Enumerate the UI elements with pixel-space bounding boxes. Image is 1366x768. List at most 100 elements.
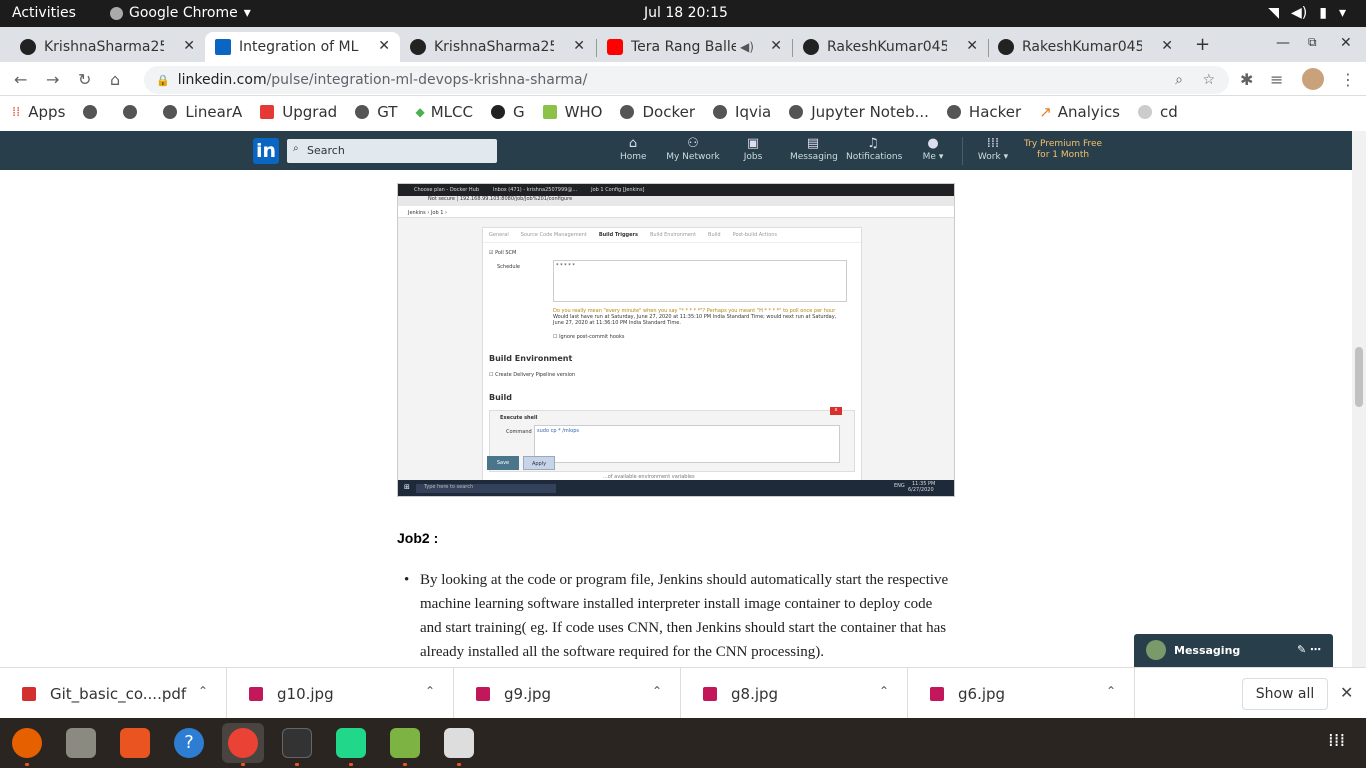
nav-messaging[interactable]: ▤ Messaging	[790, 136, 838, 162]
bookmark-lineara[interactable]: LinearA	[163, 103, 242, 121]
bookmark-mlcc[interactable]: ◆ MLCC	[415, 103, 472, 121]
image-viewer-icon[interactable]	[390, 728, 420, 758]
activities-button[interactable]: Activities	[12, 5, 76, 21]
bookmarks-bar: ⁞⁞ Apps LinearA Upgrad GT ◆ MLCC G WHO Doc…	[0, 96, 1366, 128]
extensions-icon[interactable]: ✱	[1240, 70, 1253, 89]
nav-notifications[interactable]: ♫ Notifications	[846, 136, 903, 162]
nav-divider	[962, 137, 963, 165]
bookmark-who[interactable]: WHO	[542, 103, 602, 121]
bookmark-gt[interactable]: GT	[355, 103, 397, 121]
linkedin-search-input[interactable]: ⌕ Search	[287, 139, 497, 163]
chrome-icon	[110, 6, 123, 20]
show-applications-icon[interactable]: ⁞⁞⁞	[1328, 730, 1345, 751]
close-icon[interactable]: ✕	[378, 38, 390, 54]
bookmark-apps[interactable]: ⁞⁞ Apps	[12, 103, 65, 121]
download-item[interactable]: g8.jpg ⌃	[681, 668, 908, 719]
bookmark-g[interactable]: G	[490, 103, 525, 121]
tab-krishna-1[interactable]: KrishnaSharma25/N ✕	[10, 32, 205, 62]
restore-button[interactable]: ⧉	[1308, 35, 1317, 50]
bookmark-globe-1[interactable]	[83, 105, 105, 119]
close-icon[interactable]: ✕	[770, 38, 782, 54]
bookmark-jupyter[interactable]: Jupyter Noteb...	[789, 103, 929, 121]
premium-link[interactable]: Try Premium Free for 1 Month	[1024, 139, 1102, 161]
bookmark-hacker[interactable]: Hacker	[946, 103, 1021, 121]
chevron-up-icon[interactable]: ⌃	[198, 684, 208, 698]
github-icon	[410, 39, 426, 55]
chevron-up-icon[interactable]: ⌃	[879, 684, 889, 698]
profile-avatar[interactable]	[1302, 68, 1324, 90]
tab-tera-rang-balle[interactable]: Tera Rang Balle ◀) ✕	[597, 32, 792, 62]
nav-me[interactable]: ● Me ▾	[918, 136, 948, 162]
close-icon[interactable]: ✕	[183, 38, 195, 54]
close-downloads-icon[interactable]: ✕	[1340, 683, 1353, 702]
nav-label: Notifications	[846, 152, 903, 162]
nav-jobs[interactable]: ▣ Jobs	[740, 136, 766, 162]
bookmark-analyics[interactable]: ↗ Analyics	[1039, 103, 1120, 121]
tab-rakesh-2[interactable]: RakeshKumar045/M ✕	[988, 32, 1183, 62]
home-button[interactable]: ⌂	[110, 70, 120, 89]
globe-icon	[713, 105, 728, 119]
menu-icon[interactable]: ⋮	[1340, 70, 1356, 89]
premium-line1: Try Premium Free	[1024, 139, 1103, 149]
bullet-icon: •	[404, 572, 410, 588]
help-icon[interactable]: ?	[174, 728, 204, 758]
close-icon[interactable]: ✕	[966, 38, 978, 54]
tab-rakesh-1[interactable]: RakeshKumar045/D ✕	[793, 32, 988, 62]
bookmark-upgrad[interactable]: Upgrad	[260, 103, 337, 121]
tab-integration-ml[interactable]: Integration of ML a ✕	[205, 32, 400, 62]
software-center-icon[interactable]	[120, 728, 150, 758]
new-tab-button[interactable]: +	[1195, 34, 1210, 55]
zoom-icon[interactable]: ⌕	[1175, 72, 1183, 88]
bookmark-iqvia[interactable]: Iqvia	[713, 103, 771, 121]
reload-button[interactable]: ↻	[78, 70, 91, 89]
address-bar[interactable]: 🔒 linkedin.com/pulse/integration-ml-devo…	[144, 66, 1229, 94]
bookmark-label: Jupyter Noteb...	[811, 103, 929, 121]
system-tray[interactable]: ◥ ◀) ▮ ▾	[1268, 5, 1346, 21]
close-window-button[interactable]: ✕	[1340, 35, 1352, 51]
bookmark-cd[interactable]: cd	[1138, 103, 1178, 121]
app-menu[interactable]: Google Chrome ▾	[110, 5, 251, 21]
files-icon[interactable]	[66, 728, 96, 758]
chevron-up-icon[interactable]: ⌃	[1106, 684, 1116, 698]
page-scrollbar[interactable]	[1352, 131, 1366, 667]
messaging-widget[interactable]: Messaging ✎ ⋯	[1134, 634, 1333, 667]
audio-playing-icon[interactable]: ◀)	[740, 40, 754, 54]
pdf-file-icon	[22, 686, 36, 701]
nav-work[interactable]: ⁞⁞⁞ Work ▾	[974, 136, 1012, 162]
close-icon[interactable]: ✕	[573, 38, 585, 54]
download-item[interactable]: g10.jpg ⌃	[227, 668, 454, 719]
terminal-icon[interactable]	[282, 728, 312, 758]
minimize-button[interactable]: —	[1276, 35, 1290, 51]
bookmark-docker[interactable]: Docker	[620, 103, 695, 121]
app-name: Google Chrome	[129, 5, 238, 21]
bookmark-globe-2[interactable]	[123, 105, 145, 119]
chrome-icon[interactable]	[228, 728, 258, 758]
clock[interactable]: Jul 18 20:15	[644, 5, 728, 21]
tab-label: KrishnaSharma25/N	[44, 39, 164, 55]
compose-and-more-icon[interactable]: ✎ ⋯	[1297, 643, 1321, 656]
download-item[interactable]: Git_basic_co....pdf ⌃	[0, 668, 227, 719]
download-item[interactable]: g6.jpg ⌃	[908, 668, 1135, 719]
pycharm-icon[interactable]	[336, 728, 366, 758]
tab-krishna-2[interactable]: KrishnaSharma25/C ✕	[400, 32, 595, 62]
tab-label: Integration of ML a	[239, 39, 359, 55]
running-indicator	[295, 763, 299, 766]
media-control-icon[interactable]: ≡	[1270, 70, 1283, 89]
show-all-button[interactable]: Show all	[1242, 678, 1328, 710]
linkedin-logo[interactable]: in	[253, 138, 279, 164]
nav-home[interactable]: ⌂ Home	[620, 136, 647, 162]
bookmark-star-icon[interactable]: ☆	[1202, 72, 1215, 88]
back-button[interactable]: ←	[14, 70, 27, 89]
scrollbar-thumb[interactable]	[1355, 347, 1363, 407]
nav-label: Home	[620, 152, 647, 162]
nav-my-network[interactable]: ⚇ My Network	[666, 136, 720, 162]
document-viewer-icon[interactable]	[444, 728, 474, 758]
close-icon[interactable]: ✕	[1161, 38, 1173, 54]
download-item[interactable]: g9.jpg ⌃	[454, 668, 681, 719]
bookmark-label: G	[512, 103, 525, 121]
chevron-up-icon[interactable]: ⌃	[425, 684, 435, 698]
chevron-up-icon[interactable]: ⌃	[652, 684, 662, 698]
config-tab: Post-build Actions	[732, 232, 778, 238]
forward-button[interactable]: →	[46, 70, 59, 89]
firefox-icon[interactable]	[12, 728, 42, 758]
